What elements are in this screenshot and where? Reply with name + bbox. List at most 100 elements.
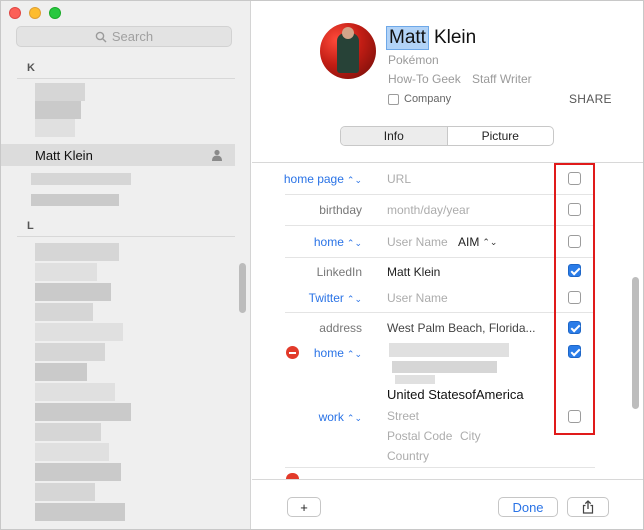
blurred-contact[interactable] [35,323,123,341]
chevron-updown-icon: ⌃⌄ [482,236,498,247]
blurred-contact[interactable] [35,119,75,137]
name-row: Matt Klein [386,26,476,50]
zoom-window-button[interactable] [49,7,61,19]
homepage-field[interactable]: URL [387,170,411,188]
blurred-contact[interactable] [35,263,97,281]
blurred-contact[interactable] [35,423,101,441]
blurred-contact[interactable] [35,303,93,321]
card-scrollbar[interactable] [632,277,639,409]
homepage-label-text: home page [283,172,344,186]
first-name-field[interactable]: Matt [386,26,429,50]
sidebar: Search K Matt Klein L [1,1,251,529]
twitter-field[interactable]: User Name [387,289,448,307]
city-placeholder: City [460,429,481,443]
done-button[interactable]: Done [498,497,558,517]
country-field[interactable]: United StatesofAmerica [387,385,524,403]
add-field-button[interactable]: + [287,497,321,517]
im-service-value: AIM [458,235,480,249]
nickname-field[interactable]: Pokémon [388,53,439,67]
linkedin-field[interactable]: Matt Klein [387,263,440,281]
contact-card: Matt Klein Pokémon How-To Geek Staff Wri… [252,1,643,529]
postal-code-field[interactable]: Postal Code [387,427,452,445]
tab-info[interactable]: Info [341,127,448,145]
blurred-street[interactable] [389,343,509,357]
address-value: West Palm Beach, Florida... [387,321,536,335]
section-header-k: K [27,62,35,74]
blurred-zip[interactable] [395,375,435,384]
im-username-field[interactable]: User Name [387,233,448,251]
company-title-field[interactable]: How-To Geek [388,72,461,86]
homepage-label[interactable]: home page ⌃⌄ [252,172,362,186]
minimize-window-button[interactable] [29,7,41,19]
section-divider [17,236,235,237]
country-value: United StatesofAmerica [387,386,524,402]
blurred-contact[interactable] [35,503,125,521]
row-divider [285,312,595,313]
blurred-contact[interactable] [35,383,115,401]
share-button[interactable]: SHARE [569,92,612,106]
row-divider [285,225,595,226]
chevron-updown-icon: ⌃⌄ [346,294,362,304]
homepage-placeholder: URL [387,172,412,186]
share-sheet-button[interactable] [567,497,609,517]
search-icon [95,31,107,42]
blurred-contact[interactable] [35,343,105,361]
row-divider [285,467,595,468]
blurred-contact[interactable] [35,403,131,421]
search-input[interactable]: Search [16,26,232,47]
job-title-field[interactable]: Staff Writer [472,72,532,86]
row-divider [285,194,595,195]
twitter-label[interactable]: Twitter ⌃⌄ [252,291,362,305]
job-row: How-To Geek Staff Writer [388,72,532,86]
contact-row-selected[interactable]: Matt Klein [1,144,235,166]
search-placeholder: Search [111,29,154,44]
city-field[interactable]: City [460,427,481,445]
linkedin-value: Matt Klein [387,265,441,279]
blurred-contact[interactable] [35,83,85,101]
close-window-button[interactable] [9,7,21,19]
avatar[interactable] [320,23,376,79]
home-address-label[interactable]: home ⌃⌄ [252,346,362,360]
company-checkbox[interactable] [388,93,399,105]
section-header-l: L [27,220,34,232]
im-placeholder: User Name [387,235,448,249]
im-label-text: home [313,235,344,249]
street-field[interactable]: Street [387,407,419,425]
share-icon [582,500,594,514]
address-label: address [319,321,362,335]
birthday-field[interactable]: month/day/year [387,201,470,219]
blurred-contact[interactable] [35,463,121,481]
country-field-work[interactable]: Country [387,447,429,465]
work-address-label-text: work [318,410,344,424]
company-checkbox-row[interactable]: Company [388,93,451,105]
blurred-contact[interactable] [35,243,119,261]
blurred-contact[interactable] [35,363,87,381]
im-label[interactable]: home ⌃⌄ [252,235,362,249]
last-name-field[interactable]: Klein [434,27,476,49]
address-summary-field[interactable]: West Palm Beach, Florida... [387,319,536,337]
row-divider [285,257,595,258]
highlight-box [554,163,595,435]
chevron-updown-icon: ⌃⌄ [346,413,362,423]
sidebar-scrollbar[interactable] [239,263,246,313]
work-address-label[interactable]: work ⌃⌄ [252,410,362,424]
blurred-contact[interactable] [31,173,131,185]
twitter-label-text: Twitter [308,291,344,305]
blurred-city[interactable] [392,361,497,373]
contact-name: Matt Klein [35,147,93,163]
avatar-figure [337,33,359,73]
im-service-select[interactable]: AIM ⌃⌄ [458,233,497,251]
blurred-contact[interactable] [35,283,111,301]
blurred-contact[interactable] [35,443,109,461]
person-icon [212,149,222,161]
chevron-updown-icon: ⌃⌄ [346,238,362,248]
chevron-updown-icon: ⌃⌄ [346,349,362,359]
blurred-contact[interactable] [35,101,81,119]
twitter-placeholder: User Name [387,291,448,305]
company-label: Company [404,93,452,105]
linkedin-label: LinkedIn [316,265,362,279]
tab-picture[interactable]: Picture [448,127,554,145]
chevron-updown-icon: ⌃⌄ [346,175,362,185]
blurred-contact[interactable] [35,483,95,501]
blurred-contact[interactable] [31,194,119,206]
